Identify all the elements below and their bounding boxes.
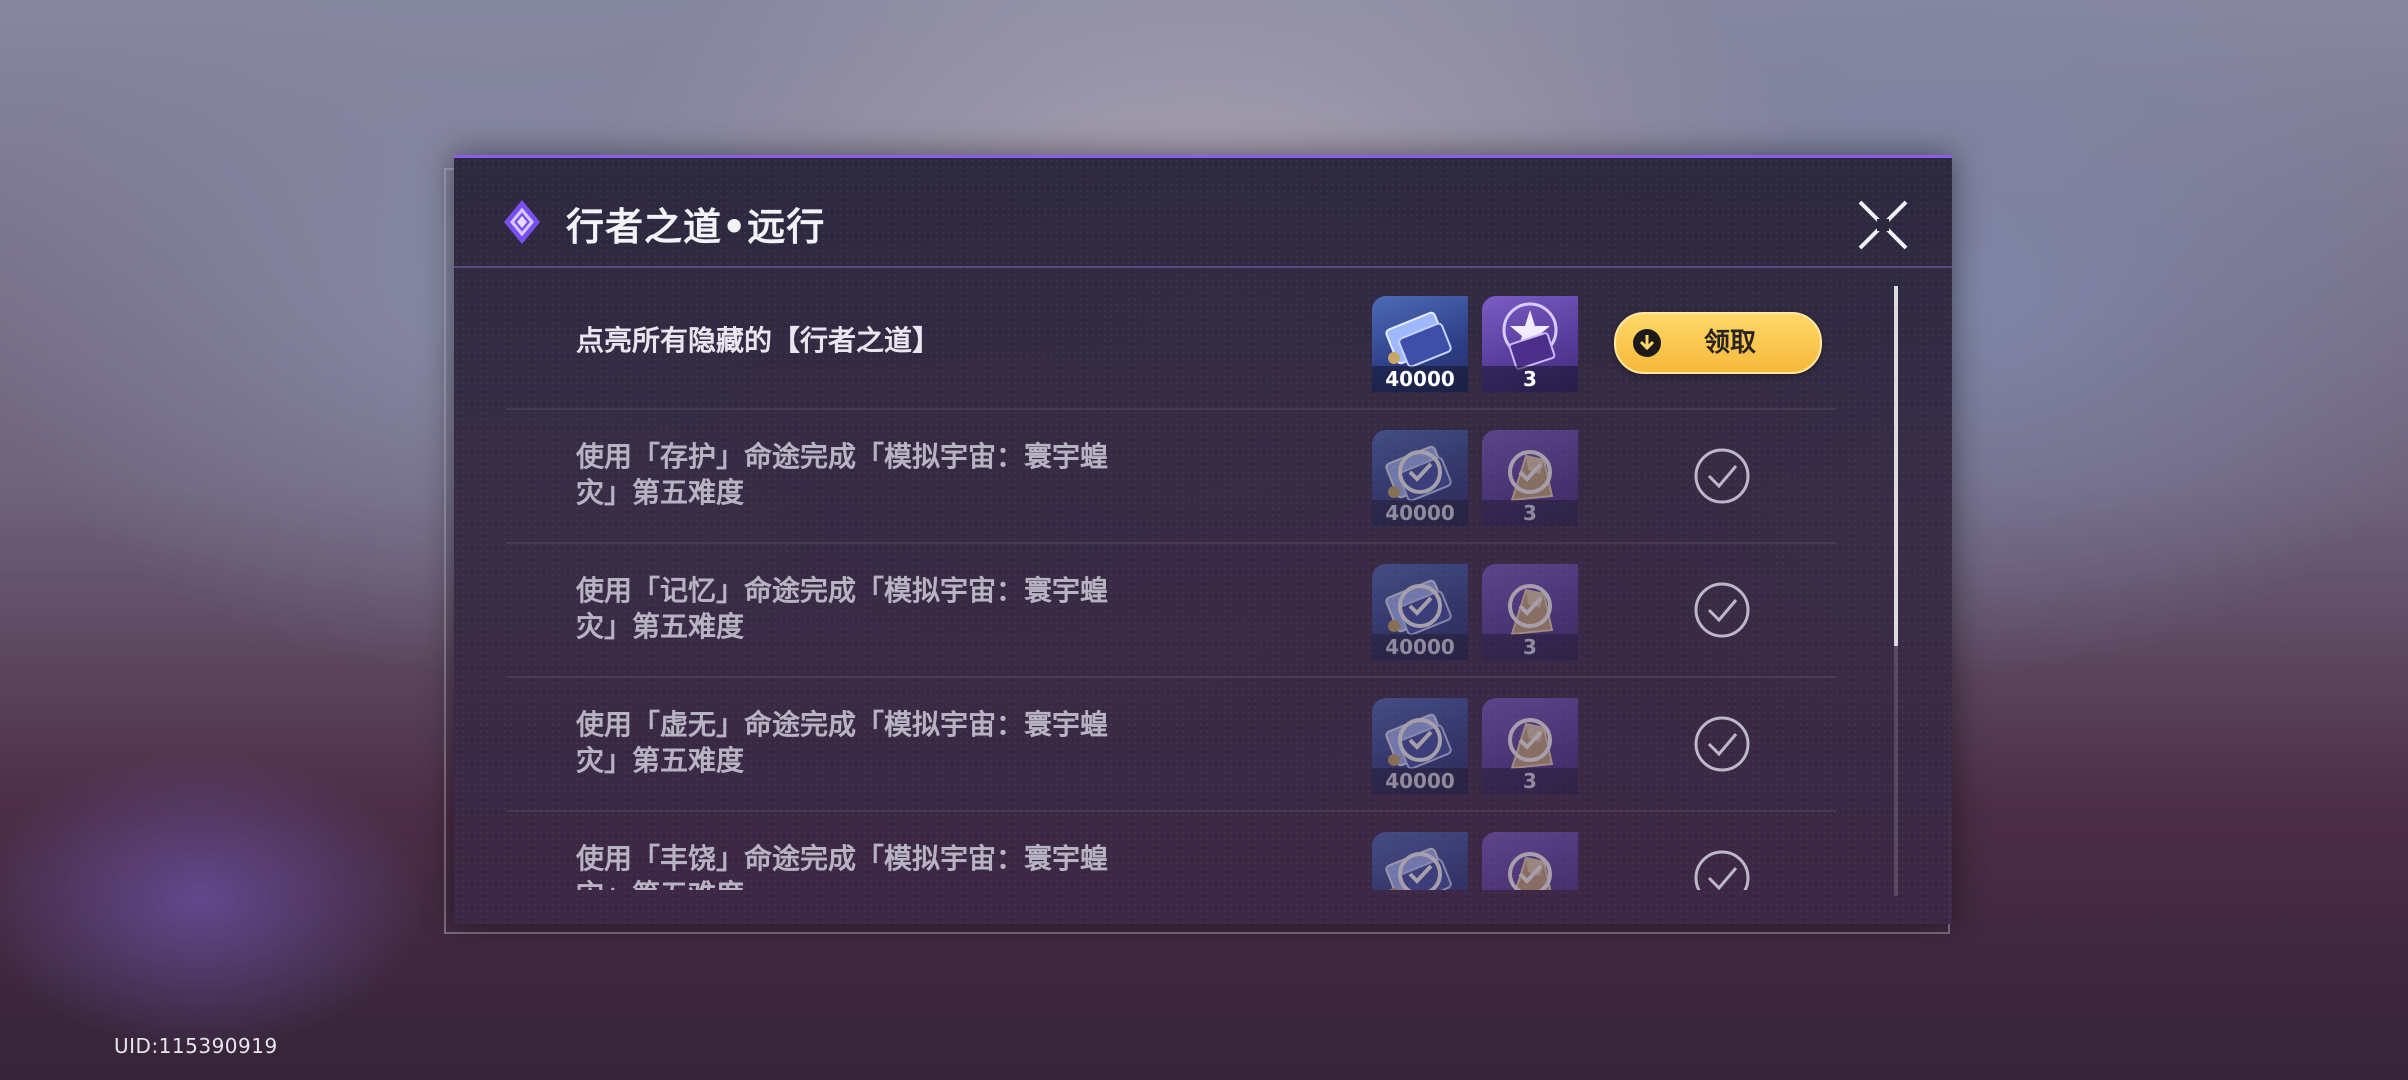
claimed-check-icon	[1508, 718, 1552, 762]
claimed-check-icon	[1398, 584, 1442, 628]
claimed-check-icon	[1398, 852, 1442, 890]
reward-item[interactable]: 3	[1482, 698, 1578, 794]
claimed-check-icon	[1508, 584, 1552, 628]
achievement-description: 使用「虚无」命途完成「模拟宇宙：寰宇蝗灾」第五难度	[576, 708, 1109, 777]
achievement-list[interactable]: 点亮所有隐藏的【行者之道】 40000 3 领取 使用「存护」命途完成「模拟宇宙：寰宇蝗…	[506, 270, 1836, 890]
reward-item[interactable]: 40000	[1372, 296, 1468, 392]
reward-item[interactable]: 3	[1482, 430, 1578, 526]
achievement-dialog: 行者之道•远行 点亮所有隐藏的【行者之道】 40000 3 领取 使用「存护」命途完成「…	[454, 155, 1952, 924]
achievement-row: 点亮所有隐藏的【行者之道】 40000 3 领取	[506, 274, 1836, 410]
reward-item[interactable]: 3	[1482, 564, 1578, 660]
reward-count: 40000	[1372, 366, 1468, 392]
reward-count: 40000	[1372, 634, 1468, 660]
reward-item[interactable]: 40000	[1372, 430, 1468, 526]
achievement-row: 使用「虚无」命途完成「模拟宇宙：寰宇蝗灾」第五难度 40000 3	[506, 676, 1836, 812]
reward-count: 3	[1482, 500, 1578, 526]
reward-item[interactable]: 3	[1482, 296, 1578, 392]
reward-count: 3	[1482, 366, 1578, 392]
achievement-description: 点亮所有隐藏的【行者之道】	[576, 324, 941, 357]
achievement-description: 使用「存护」命途完成「模拟宇宙：寰宇蝗灾」第五难度	[576, 440, 1109, 509]
reward-item[interactable]: 40000	[1372, 564, 1468, 660]
completed-check-icon	[1694, 716, 1750, 772]
close-icon[interactable]	[1854, 196, 1912, 254]
reward-count: 40000	[1372, 768, 1468, 794]
achievement-row: 使用「记忆」命途完成「模拟宇宙：寰宇蝗灾」第五难度 40000 3	[506, 542, 1836, 678]
claimed-check-icon	[1398, 718, 1442, 762]
diamond-icon	[504, 200, 540, 244]
claim-button[interactable]: 领取	[1614, 312, 1822, 374]
claim-button-label: 领取	[1704, 328, 1757, 358]
claimed-check-icon	[1398, 450, 1442, 494]
claimed-check-icon	[1508, 450, 1552, 494]
dialog-header: 行者之道•远行	[454, 158, 1952, 268]
reward-count: 40000	[1372, 500, 1468, 526]
claimed-check-icon	[1508, 852, 1552, 890]
user-uid: UID:115390919	[114, 1034, 278, 1058]
completed-check-icon	[1694, 850, 1750, 890]
achievement-description: 使用「丰饶」命途完成「模拟宇宙：寰宇蝗灾」第五难度	[576, 842, 1109, 890]
reward-count: 3	[1482, 634, 1578, 660]
scrollbar-thumb[interactable]	[1894, 286, 1898, 646]
reward-item[interactable]: 40000	[1372, 698, 1468, 794]
completed-check-icon	[1694, 448, 1750, 504]
achievement-row: 使用「丰饶」命途完成「模拟宇宙：寰宇蝗灾」第五难度 400003	[506, 810, 1836, 890]
achievement-description: 使用「记忆」命途完成「模拟宇宙：寰宇蝗灾」第五难度	[576, 574, 1109, 643]
reward-item[interactable]: 40000	[1372, 832, 1468, 890]
dialog-title: 行者之道•远行	[566, 205, 826, 249]
scrollbar[interactable]	[1894, 286, 1898, 896]
download-arrow-icon	[1633, 329, 1661, 357]
achievement-row: 使用「存护」命途完成「模拟宇宙：寰宇蝗灾」第五难度 40000 3	[506, 408, 1836, 544]
reward-item[interactable]: 3	[1482, 832, 1578, 890]
completed-check-icon	[1694, 582, 1750, 638]
reward-count: 3	[1482, 768, 1578, 794]
